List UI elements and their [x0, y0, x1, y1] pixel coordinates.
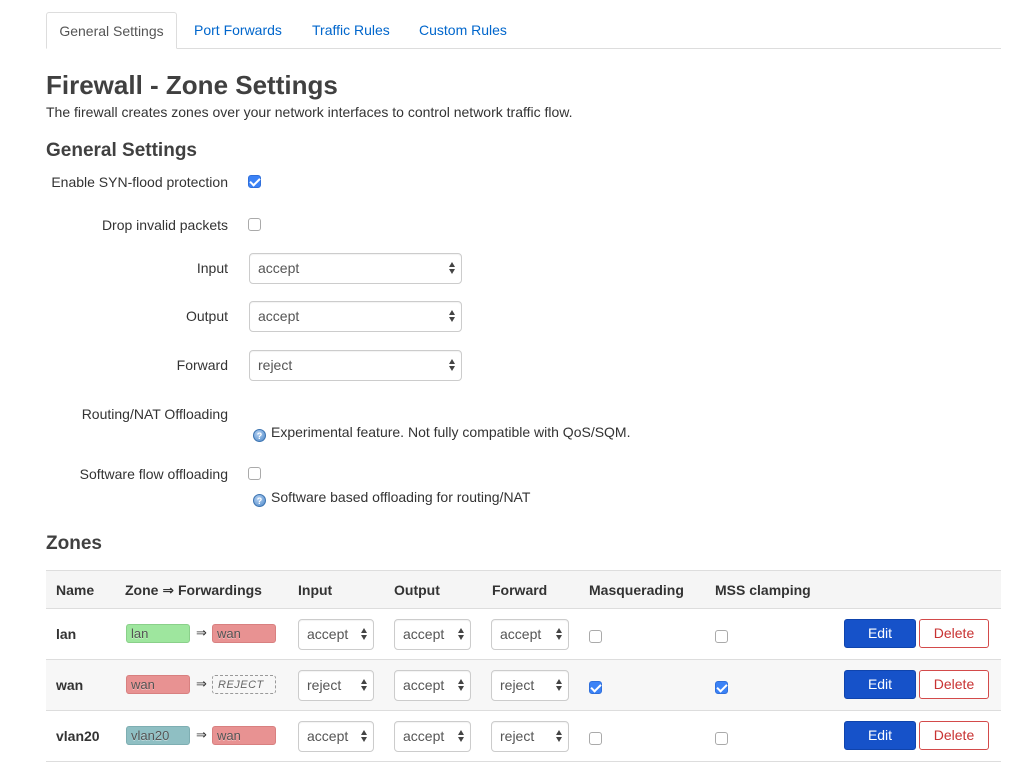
col-zone-forwardings: Zone ⇒ Forwardings — [125, 582, 262, 598]
tab-traffic-rules[interactable]: Traffic Rules — [312, 12, 390, 49]
sw-flow-hint: ? Software based offloading for routing/N… — [253, 489, 530, 507]
table-row: vlan20 vlan20 ⇒ wan accept accept reject… — [46, 711, 1001, 762]
input-policy-select[interactable]: accept — [249, 253, 462, 284]
col-masquerading: Masquerading — [589, 582, 684, 598]
select-arrows-icon — [556, 730, 562, 743]
mss-clamping-checkbox[interactable] — [715, 732, 728, 745]
zone-badge: vlan20 — [126, 726, 190, 745]
zone-badge: wan — [126, 675, 190, 694]
tab-bar: General Settings Port Forwards Traffic R… — [46, 12, 1001, 49]
input-policy-value: accept — [258, 260, 300, 276]
col-output: Output — [394, 582, 440, 598]
page-description: The firewall creates zones over your net… — [46, 104, 573, 120]
forward-policy-label: Forward — [176, 357, 228, 373]
select-arrows-icon — [361, 628, 367, 641]
edit-button[interactable]: Edit — [844, 670, 916, 699]
col-mss-clamping: MSS clamping — [715, 582, 811, 598]
input-policy-label: Input — [196, 260, 228, 276]
table-row: lan lan ⇒ wan accept accept accept Edit … — [46, 609, 1001, 660]
output-select[interactable]: accept — [394, 721, 471, 752]
help-icon: ? — [253, 429, 266, 442]
output-policy-value: accept — [258, 308, 300, 324]
input-select[interactable]: accept — [298, 721, 374, 752]
select-arrows-icon — [458, 730, 464, 743]
table-row: wan wan ⇒ REJECT reject accept reject Ed… — [46, 660, 1001, 711]
forward-select[interactable]: reject — [491, 721, 569, 752]
select-arrows-icon — [449, 359, 455, 372]
edit-button[interactable]: Edit — [844, 619, 916, 648]
select-arrows-icon — [556, 679, 562, 692]
forward-select[interactable]: reject — [491, 670, 569, 701]
forward-policy-value: reject — [258, 357, 293, 373]
select-arrows-icon — [458, 628, 464, 641]
masquerading-checkbox[interactable] — [589, 732, 602, 745]
sw-flow-label: Software flow offloading — [79, 466, 228, 482]
forward-select[interactable]: accept — [491, 619, 569, 650]
select-arrows-icon — [449, 262, 455, 275]
zone-name: lan — [56, 626, 77, 642]
syn-flood-label: Enable SYN-flood protection — [51, 174, 228, 190]
output-policy-select[interactable]: accept — [249, 301, 462, 332]
output-select[interactable]: accept — [394, 619, 471, 650]
select-arrows-icon — [458, 679, 464, 692]
mss-clamping-checkbox[interactable] — [715, 681, 728, 694]
delete-button[interactable]: Delete — [919, 670, 989, 699]
delete-button[interactable]: Delete — [919, 721, 989, 750]
input-select[interactable]: accept — [298, 619, 374, 650]
output-select[interactable]: accept — [394, 670, 471, 701]
col-name: Name — [56, 582, 95, 598]
zone-name: wan — [56, 677, 84, 693]
select-arrows-icon — [361, 730, 367, 743]
zone-name: vlan20 — [56, 728, 100, 744]
tab-custom-rules[interactable]: Custom Rules — [419, 12, 507, 49]
masquerading-checkbox[interactable] — [589, 681, 602, 694]
zone-badge: lan — [126, 624, 190, 643]
forward-arrow-icon: ⇒ — [196, 727, 207, 742]
select-arrows-icon — [449, 310, 455, 323]
forward-arrow-icon: ⇒ — [196, 625, 207, 640]
routing-nat-label: Routing/NAT Offloading — [81, 406, 228, 422]
masquerading-checkbox[interactable] — [589, 630, 602, 643]
forward-badge: REJECT — [212, 675, 276, 694]
forward-policy-select[interactable]: reject — [249, 350, 462, 381]
forward-badge: wan — [212, 624, 276, 643]
drop-invalid-checkbox[interactable] — [248, 218, 261, 231]
drop-invalid-label: Drop invalid packets — [101, 217, 228, 233]
help-icon: ? — [253, 494, 266, 507]
zones-heading: Zones — [46, 533, 102, 554]
edit-button[interactable]: Edit — [844, 721, 916, 750]
syn-flood-checkbox[interactable] — [248, 175, 261, 188]
input-select[interactable]: reject — [298, 670, 374, 701]
tab-general-settings[interactable]: General Settings — [46, 12, 177, 49]
col-input: Input — [298, 582, 333, 598]
page-title: Firewall - Zone Settings — [46, 70, 338, 100]
mss-clamping-checkbox[interactable] — [715, 630, 728, 643]
select-arrows-icon — [361, 679, 367, 692]
table-header: Name Zone ⇒ Forwardings Input Output For… — [46, 570, 1001, 609]
routing-nat-hint: ? Experimental feature. Not fully compati… — [253, 424, 630, 442]
general-settings-heading: General Settings — [46, 140, 197, 161]
sw-flow-checkbox[interactable] — [248, 467, 261, 480]
delete-button[interactable]: Delete — [919, 619, 989, 648]
output-policy-label: Output — [185, 308, 228, 324]
forward-arrow-icon: ⇒ — [196, 676, 207, 691]
col-forward: Forward — [492, 582, 548, 598]
tab-port-forwards[interactable]: Port Forwards — [194, 12, 282, 49]
select-arrows-icon — [556, 628, 562, 641]
forward-badge: wan — [212, 726, 276, 745]
